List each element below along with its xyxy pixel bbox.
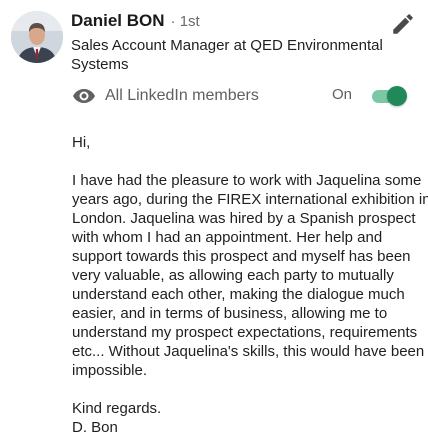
pencil-icon xyxy=(393,14,413,34)
message-greeting: Hi, xyxy=(72,134,91,151)
message-line: easier, and in terms of business, allowi… xyxy=(72,305,388,322)
message-line: understand my prospect expectations, req… xyxy=(72,324,418,341)
message-signoff: Kind regards. D. Bon xyxy=(72,399,422,437)
visibility-setting[interactable]: All LinkedIn members xyxy=(72,83,259,109)
message-closing: Kind regards. xyxy=(72,400,162,417)
message-line: understand each other, making the dialog… xyxy=(72,286,405,303)
author-name[interactable]: Daniel BON xyxy=(71,11,165,31)
message-line: London. Jaquelina was hired by a Spanish… xyxy=(72,210,416,227)
edit-button[interactable] xyxy=(390,11,416,37)
message-line: with whom I had an appointment. Her help… xyxy=(72,229,383,246)
message-signature: D. Bon xyxy=(72,419,118,436)
message-line: impossible. xyxy=(72,362,148,379)
message-body: I have had the pleasure to work with Jaq… xyxy=(72,171,428,380)
author-name-row: Daniel BON · 1st xyxy=(71,11,200,35)
toggle-thumb xyxy=(387,86,407,106)
connection-degree: · 1st xyxy=(170,13,200,30)
avatar[interactable] xyxy=(11,11,63,63)
message-line: etc... Without Jaquelina's skills, this … xyxy=(72,343,425,360)
eye-icon xyxy=(73,89,95,103)
profile-photo xyxy=(11,11,63,63)
message-line: very valuable, as allowing each party to… xyxy=(72,267,394,284)
author-headline: Sales Account Manager at QED Environment… xyxy=(71,37,383,73)
visibility-label: All LinkedIn members xyxy=(105,87,259,104)
message-line: years ago, during the FIREX internationa… xyxy=(72,191,428,208)
toggle-state-label: On xyxy=(332,86,353,103)
recommendation-message: Hi, I have had the pleasure to work with… xyxy=(72,133,428,437)
message-line: I have had the pleasure to work with Jaq… xyxy=(72,172,422,189)
message-line: support towards this prospect and myself… xyxy=(72,248,411,265)
visibility-toggle[interactable] xyxy=(371,86,407,106)
